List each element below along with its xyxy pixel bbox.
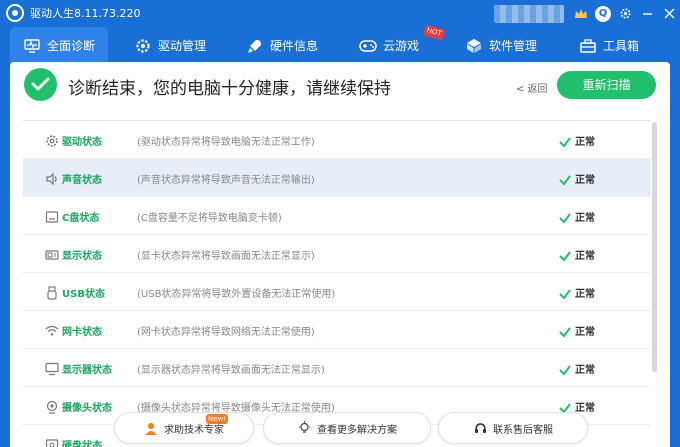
disk-icon	[45, 209, 59, 223]
gear-icon[interactable]	[614, 0, 636, 27]
check-icon	[559, 285, 571, 300]
cube-icon	[465, 37, 483, 55]
ask-expert-button[interactable]: 求助技术专家	[114, 412, 254, 444]
status-text: 正常	[575, 289, 595, 300]
diagnosis-list: 驱动状态 (驱动状态异常将导致电脑无法正常工作) 正常 声音状态 (声音状态异常…	[23, 120, 651, 447]
new-badge: New!	[206, 414, 228, 424]
gamepad-icon	[359, 37, 377, 55]
tab-cloud-gaming[interactable]: 云游戏	[359, 27, 419, 64]
contact-support-button[interactable]: 联系售后客服	[438, 412, 588, 444]
tab-toolbox[interactable]: 工具箱	[579, 27, 639, 64]
diagnosis-panel: 诊断结束，您的电脑十分健康，请继续保持 < 返回 重新扫描 驱动状态 (驱动状态…	[10, 62, 670, 447]
check-icon	[559, 209, 571, 224]
monitor-icon	[45, 361, 59, 376]
check-icon	[559, 361, 571, 376]
minimize-icon[interactable]	[636, 0, 658, 27]
status-text: 正常	[575, 175, 595, 186]
success-check-icon	[24, 68, 57, 101]
list-scrollbar[interactable]	[652, 122, 657, 372]
crown-icon[interactable]	[570, 0, 592, 27]
speaker-icon	[45, 171, 59, 186]
check-icon	[559, 247, 571, 262]
list-item[interactable]: 显示器状态 (显示器状态异常将导致画面无法正常显示) 正常	[23, 349, 651, 387]
tab-driver-management[interactable]: 驱动管理	[134, 27, 206, 64]
gear-icon	[134, 37, 152, 55]
close-icon[interactable]	[658, 0, 680, 27]
monitor-pulse-icon	[23, 37, 41, 55]
tab-hardware-info[interactable]: 硬件信息	[246, 27, 318, 64]
title-bar: 驱动人生8.11.73.220 Q	[0, 0, 680, 27]
footer-actions: 求助技术专家 查看更多解决方案 联系售后客服	[0, 410, 680, 447]
toolbox-icon	[579, 37, 597, 55]
status-text: 正常	[575, 213, 595, 224]
titlebar-controls: Q	[494, 0, 680, 27]
rocket-icon	[246, 37, 264, 55]
check-icon	[559, 323, 571, 338]
back-link[interactable]: < 返回	[516, 80, 548, 95]
rescan-button[interactable]: 重新扫描	[557, 71, 656, 99]
wifi-icon	[45, 323, 59, 337]
app-logo-icon	[6, 4, 24, 22]
page-title: 诊断结束，您的电脑十分健康，请继续保持	[68, 79, 391, 99]
status-text: 正常	[575, 327, 595, 338]
status-text: 正常	[575, 251, 595, 262]
lightbulb-icon	[297, 421, 311, 435]
main-nav: 全面诊断 驱动管理 硬件信息 云游戏 软件管理 工具箱	[0, 27, 680, 64]
check-icon	[559, 133, 571, 148]
list-item[interactable]: C盘状态 (C盘容量不足将导致电脑变卡顿) 正常	[23, 197, 651, 235]
list-item[interactable]: 网卡状态 (网卡状态异常将导致网络无法正常使用) 正常	[23, 311, 651, 349]
person-icon	[144, 421, 158, 435]
qq-icon[interactable]: Q	[592, 0, 614, 27]
status-text: 正常	[575, 137, 595, 148]
more-solutions-button[interactable]: 查看更多解决方案	[263, 412, 431, 444]
blurred-user-info	[494, 4, 564, 23]
tab-software-management[interactable]: 软件管理	[465, 27, 537, 64]
headset-icon	[473, 421, 487, 435]
gpu-icon	[45, 247, 59, 261]
list-item[interactable]: 声音状态 (声音状态异常将导致声音无法正常输出) 正常	[23, 159, 651, 197]
tab-full-diagnosis[interactable]: 全面诊断	[10, 27, 108, 64]
status-text: 正常	[575, 365, 595, 376]
gear-icon	[45, 133, 59, 147]
list-item[interactable]: USB状态 (USB状态异常将导致外置设备无法正常使用) 正常	[23, 273, 651, 311]
usb-icon	[45, 285, 59, 300]
window-title: 驱动人生8.11.73.220	[30, 7, 141, 20]
check-icon	[559, 171, 571, 186]
list-item[interactable]: 驱动状态 (驱动状态异常将导致电脑无法正常工作) 正常	[23, 121, 651, 159]
list-item[interactable]: 显示状态 (显卡状态异常将导致画面无法正常显示) 正常	[23, 235, 651, 273]
